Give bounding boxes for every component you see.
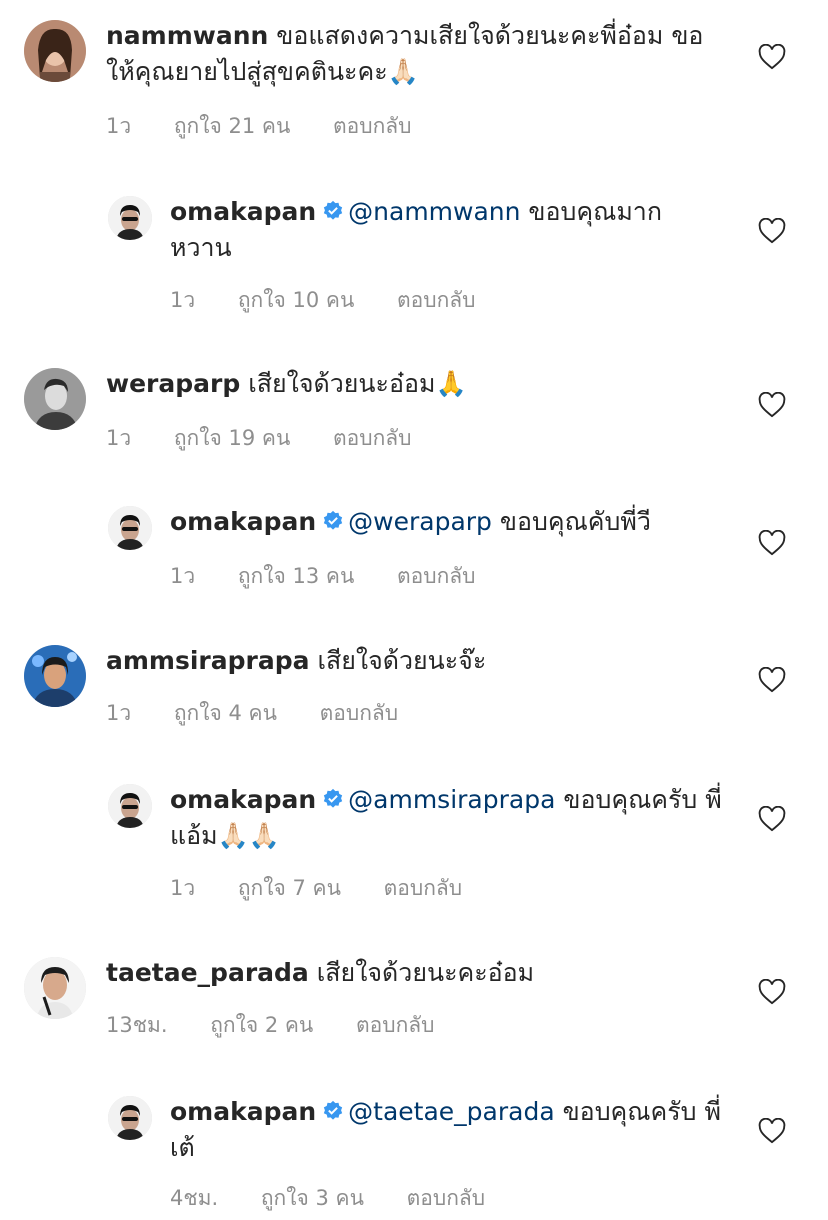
comment-username[interactable]: omakapan: [170, 785, 316, 814]
comment-time: 13ชม.: [106, 1013, 168, 1037]
reply-button[interactable]: ตอบกลับ: [320, 701, 399, 725]
comment-time: 1ว: [106, 114, 132, 138]
comment-text: omakapan @taetae_parada ขอบคุณครับ พี่เต้: [170, 1094, 730, 1166]
heart-outline-icon[interactable]: [758, 44, 786, 70]
reply-button[interactable]: ตอบกลับ: [407, 1186, 486, 1210]
comment-time: 1ว: [106, 701, 132, 725]
comment-likes[interactable]: ถูกใจ 7 คน: [238, 876, 341, 900]
reply-button[interactable]: ตอบกลับ: [384, 876, 463, 900]
comment-username[interactable]: ammsiraprapa: [106, 646, 309, 675]
comment-text: ammsiraprapa เสียใจด้วยนะจ๊ะ: [106, 643, 716, 679]
comment-likes[interactable]: ถูกใจ 21 คน: [174, 114, 290, 138]
avatar[interactable]: [108, 1096, 152, 1140]
heart-outline-icon[interactable]: [758, 806, 786, 832]
comment-text: nammwann ขอแสดงความเสียใจด้วยนะคะพี่อ๋อม…: [106, 18, 716, 90]
mention-link[interactable]: @ammsiraprapa: [348, 785, 555, 814]
heart-outline-icon[interactable]: [758, 530, 786, 556]
avatar[interactable]: [108, 196, 152, 240]
verified-badge-icon: [323, 510, 343, 530]
reply-button[interactable]: ตอบกลับ: [397, 288, 476, 312]
comment-text: weraparp เสียใจด้วยนะอ๋อม🙏: [106, 366, 716, 402]
comment-likes[interactable]: ถูกใจ 10 คน: [238, 288, 354, 312]
comment-meta: 4ชม. ถูกใจ 3 คน ตอบกลับ: [170, 1182, 485, 1215]
avatar[interactable]: [24, 645, 86, 707]
comment-body: ขอบคุณคับพี่วี: [491, 507, 651, 536]
comment-meta: 13ชม. ถูกใจ 2 คน ตอบกลับ: [106, 1009, 434, 1042]
avatar[interactable]: [24, 957, 86, 1019]
comment-likes[interactable]: ถูกใจ 19 คน: [174, 426, 290, 450]
reply-button[interactable]: ตอบกลับ: [397, 564, 476, 588]
avatar[interactable]: [24, 368, 86, 430]
comment-meta: 1ว ถูกใจ 21 คน ตอบกลับ: [106, 110, 412, 143]
comment-username[interactable]: taetae_parada: [106, 958, 309, 987]
comment-username[interactable]: omakapan: [170, 1097, 316, 1126]
comment-text: omakapan @ammsiraprapa ขอบคุณครับ พี่แอ้ม…: [170, 782, 730, 854]
comment-body: เสียใจด้วยนะคะอ๋อม: [316, 958, 535, 987]
comment-meta: 1ว ถูกใจ 4 คน ตอบกลับ: [106, 697, 398, 730]
comment-body: เสียใจด้วยนะอ๋อม🙏: [248, 369, 467, 398]
comment-meta: 1ว ถูกใจ 10 คน ตอบกลับ: [170, 284, 476, 317]
avatar[interactable]: [108, 506, 152, 550]
comment-username[interactable]: omakapan: [170, 197, 316, 226]
comment-text: taetae_parada เสียใจด้วยนะคะอ๋อม: [106, 955, 716, 991]
comment-meta: 1ว ถูกใจ 19 คน ตอบกลับ: [106, 422, 412, 455]
reply-button[interactable]: ตอบกลับ: [333, 426, 412, 450]
reply-button[interactable]: ตอบกลับ: [333, 114, 412, 138]
comment-username[interactable]: weraparp: [106, 369, 240, 398]
comment-username[interactable]: omakapan: [170, 507, 316, 536]
verified-badge-icon: [323, 1100, 343, 1120]
avatar[interactable]: [24, 20, 86, 82]
comment-meta: 1ว ถูกใจ 13 คน ตอบกลับ: [170, 560, 476, 593]
comment-time: 1ว: [170, 564, 196, 588]
comment-username[interactable]: nammwann: [106, 21, 268, 50]
comment-likes[interactable]: ถูกใจ 13 คน: [238, 564, 354, 588]
heart-outline-icon[interactable]: [758, 392, 786, 418]
comment-text: omakapan @nammwann ขอบคุณมาก หวาน: [170, 194, 730, 266]
comment-likes[interactable]: ถูกใจ 2 คน: [210, 1013, 313, 1037]
comment-text: omakapan @weraparp ขอบคุณคับพี่วี: [170, 504, 730, 540]
comment-meta: 1ว ถูกใจ 7 คน ตอบกลับ: [170, 872, 462, 905]
comment-likes[interactable]: ถูกใจ 3 คน: [261, 1186, 364, 1210]
heart-outline-icon[interactable]: [758, 1118, 786, 1144]
mention-link[interactable]: @weraparp: [348, 507, 492, 536]
heart-outline-icon[interactable]: [758, 667, 786, 693]
reply-button[interactable]: ตอบกลับ: [356, 1013, 435, 1037]
comment-time: 1ว: [106, 426, 132, 450]
mention-link[interactable]: @nammwann: [348, 197, 520, 226]
mention-link[interactable]: @taetae_parada: [348, 1097, 554, 1126]
comment-body: เสียใจด้วยนะจ๊ะ: [317, 646, 487, 675]
comment-time: 1ว: [170, 876, 196, 900]
heart-outline-icon[interactable]: [758, 218, 786, 244]
verified-badge-icon: [323, 200, 343, 220]
comment-time: 1ว: [170, 288, 196, 312]
avatar[interactable]: [108, 784, 152, 828]
heart-outline-icon[interactable]: [758, 979, 786, 1005]
comment-time: 4ชม.: [170, 1186, 219, 1210]
verified-badge-icon: [323, 788, 343, 808]
comment-likes[interactable]: ถูกใจ 4 คน: [174, 701, 277, 725]
